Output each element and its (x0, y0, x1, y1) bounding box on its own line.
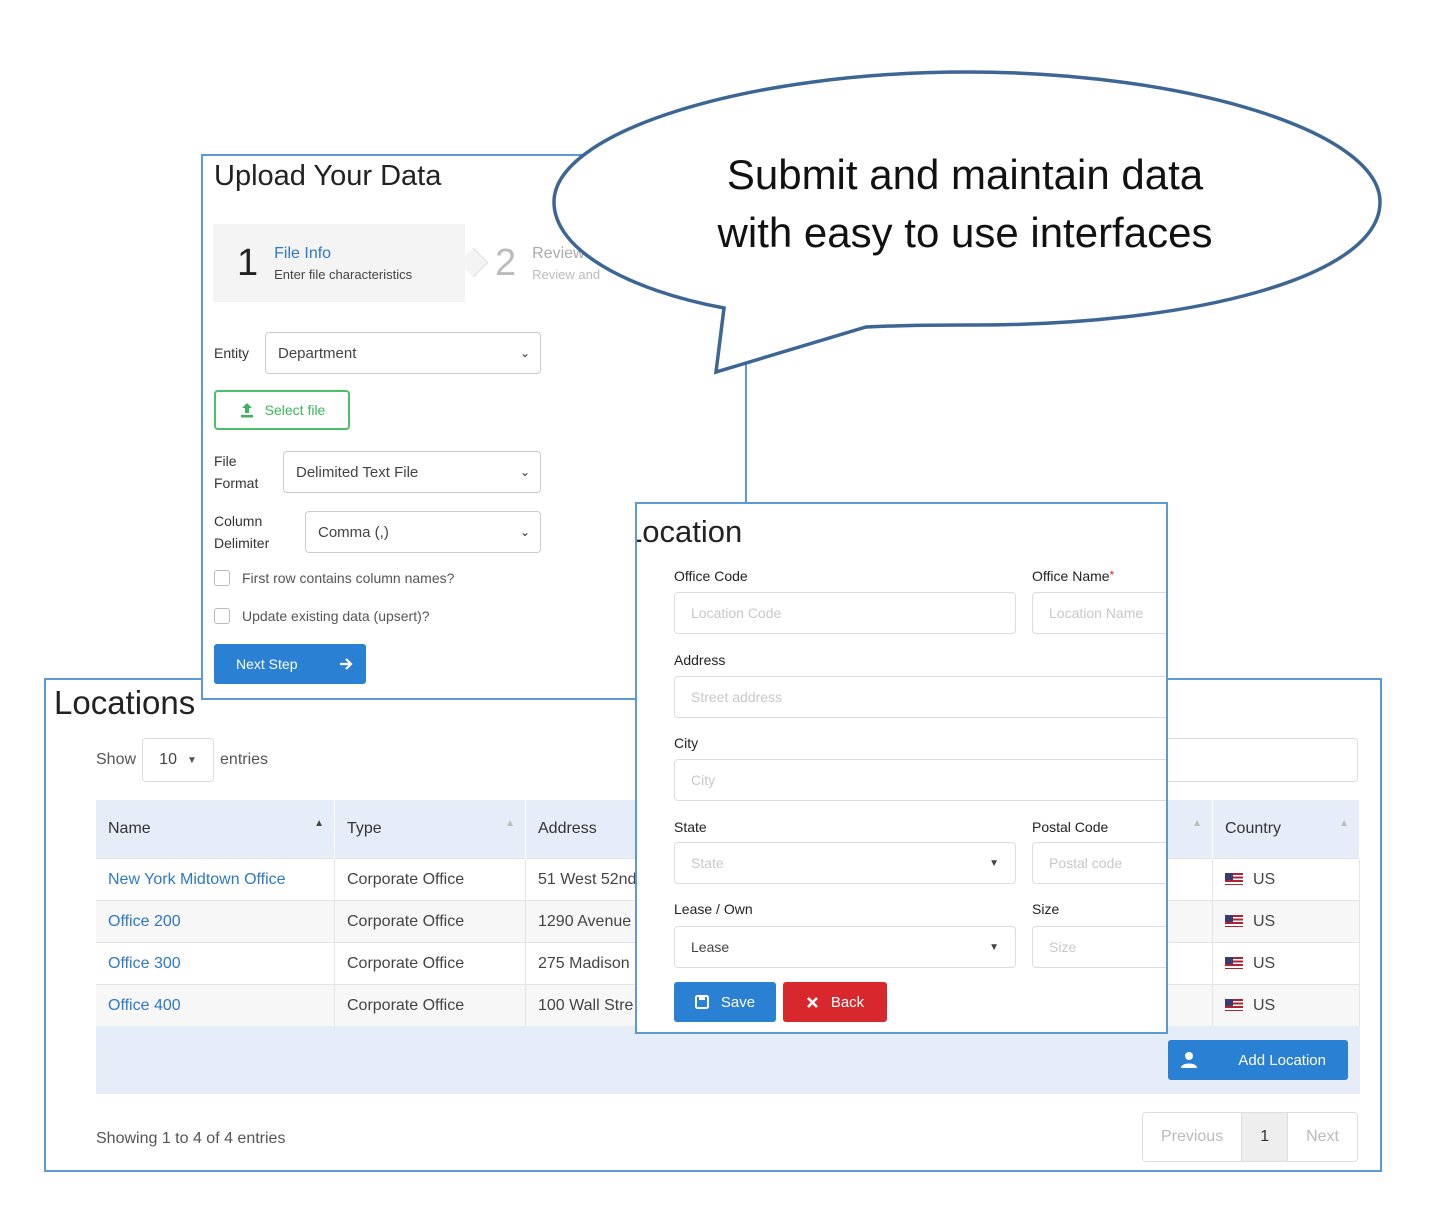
upload-icon (240, 403, 253, 418)
type-cell: Corporate Office (334, 858, 526, 901)
floppy-disk-icon (694, 995, 709, 1009)
type-cell: Corporate Office (334, 984, 526, 1026)
us-flag-icon (1225, 999, 1243, 1012)
entity-value: Department (278, 344, 357, 362)
caret-down-icon: ▼ (989, 857, 999, 869)
office-code-input[interactable]: Location Code (674, 592, 1016, 634)
first-row-checkbox[interactable] (214, 570, 230, 586)
first-row-label: First row contains column names? (242, 570, 455, 586)
show-label: Show (96, 751, 137, 768)
chevron-down-icon: ⌄ (519, 465, 530, 479)
office-code-label: Office Code (674, 568, 748, 584)
address-label: Address (674, 652, 726, 668)
country-cell: US (1212, 942, 1360, 985)
location-link[interactable]: Office 400 (108, 997, 181, 1014)
step-number: 2 (495, 241, 517, 284)
entries-label: entries (220, 751, 269, 768)
city-label: City (674, 735, 699, 751)
sort-asc-icon: ▲ (314, 818, 324, 829)
speech-bubble-text: Submit and maintain data with easy to us… (550, 146, 1380, 262)
lease-own-label: Lease / Own (674, 901, 753, 917)
back-button[interactable]: Back (783, 982, 887, 1022)
page-length-select[interactable]: 10 ▼ (142, 738, 215, 782)
sort-icon: ▲ (1339, 818, 1349, 829)
office-name-label: Office Name* (1032, 568, 1115, 584)
column-header-country[interactable]: Country ▲ (1212, 800, 1360, 859)
file-format-value: Delimited Text File (296, 463, 419, 481)
page-length-value: 10 (159, 751, 177, 768)
delimiter-label: Column Delimiter (214, 513, 270, 551)
file-format-label: File Format (214, 453, 259, 491)
postal-code-label: Postal Code (1032, 819, 1109, 835)
state-label: State (674, 819, 707, 835)
table-info: Showing 1 to 4 of 4 entries (96, 1130, 286, 1147)
arrow-right-icon (340, 658, 353, 670)
size-input[interactable]: Size (1032, 926, 1166, 968)
country-cell: US (1212, 984, 1360, 1026)
us-flag-icon (1225, 873, 1243, 886)
add-location-button[interactable]: Add Location (1168, 1040, 1348, 1080)
step-title: File Info (274, 244, 332, 262)
bubble-line-2: with easy to use interfaces (717, 209, 1213, 256)
pager-page-1[interactable]: 1 (1242, 1113, 1289, 1161)
office-name-input[interactable]: Location Name (1032, 592, 1166, 634)
chevron-down-icon: ⌄ (519, 525, 530, 539)
postal-code-input[interactable]: Postal code (1032, 842, 1166, 884)
type-cell: Corporate Office (334, 900, 526, 943)
city-input[interactable]: City (674, 759, 1166, 801)
back-label: Back (830, 993, 865, 1011)
upload-title: Upload Your Data (214, 160, 442, 192)
upsert-checkbox-row[interactable]: Update existing data (upsert)? (214, 608, 430, 624)
location-form-panel: Location Office Code Location Code Offic… (635, 502, 1168, 1034)
step-subtitle: Enter file characteristics (274, 266, 413, 282)
location-link[interactable]: New York Midtown Office (108, 871, 286, 888)
delimiter-select[interactable]: Comma (,) ⌄ (305, 511, 541, 553)
pager-previous[interactable]: Previous (1143, 1113, 1243, 1161)
delimiter-value: Comma (,) (318, 523, 389, 541)
sort-icon: ▲ (1192, 818, 1202, 829)
entity-label: Entity (214, 345, 250, 361)
next-step-label: Next Step (236, 656, 298, 672)
caret-down-icon: ▼ (989, 941, 999, 953)
address-input[interactable]: Street address (674, 676, 1166, 718)
select-file-label: Select file (264, 402, 326, 418)
add-location-label: Add Location (1238, 1051, 1326, 1069)
type-cell: Corporate Office (334, 942, 526, 985)
location-form-title: Location (635, 514, 743, 549)
size-label: Size (1032, 901, 1060, 917)
caret-down-icon: ▼ (186, 754, 197, 766)
sort-icon: ▲ (505, 818, 515, 829)
close-icon (806, 996, 818, 1008)
chevron-down-icon: ⌄ (519, 346, 530, 360)
column-header-type[interactable]: Type ▲ (334, 800, 526, 859)
select-file-button[interactable]: Select file (214, 390, 350, 430)
pagination: Previous 1 Next (1141, 1112, 1358, 1162)
locations-title: Locations (54, 684, 196, 721)
save-button[interactable]: Save (674, 982, 776, 1022)
state-select[interactable]: State ▼ (674, 842, 1016, 884)
location-link[interactable]: Office 200 (108, 913, 181, 930)
country-cell: US (1212, 858, 1360, 901)
file-format-select[interactable]: Delimited Text File ⌄ (283, 451, 541, 493)
country-cell: US (1212, 900, 1360, 943)
bubble-line-1: Submit and maintain data (726, 151, 1204, 198)
us-flag-icon (1225, 957, 1243, 970)
column-header-name[interactable]: Name ▲ (96, 800, 335, 859)
upsert-checkbox[interactable] (214, 608, 230, 624)
save-label: Save (720, 993, 756, 1011)
lease-own-select[interactable]: Lease ▼ (674, 926, 1016, 968)
step-file-info[interactable]: 1 File Info Enter file characteristics (237, 224, 412, 302)
page-length-control: Show 10 ▼ entries (96, 738, 268, 782)
required-marker: * (1109, 568, 1115, 582)
table-search-input[interactable] (1138, 738, 1358, 782)
location-link[interactable]: Office 300 (108, 955, 181, 972)
user-icon (1181, 1052, 1197, 1068)
first-row-checkbox-row[interactable]: First row contains column names? (214, 570, 454, 586)
next-step-button[interactable]: Next Step (214, 644, 366, 684)
step-number: 1 (237, 241, 259, 284)
pager-next[interactable]: Next (1288, 1113, 1357, 1161)
us-flag-icon (1225, 915, 1243, 928)
upsert-label: Update existing data (upsert)? (242, 608, 430, 624)
entity-select[interactable]: Department ⌄ (265, 332, 541, 374)
